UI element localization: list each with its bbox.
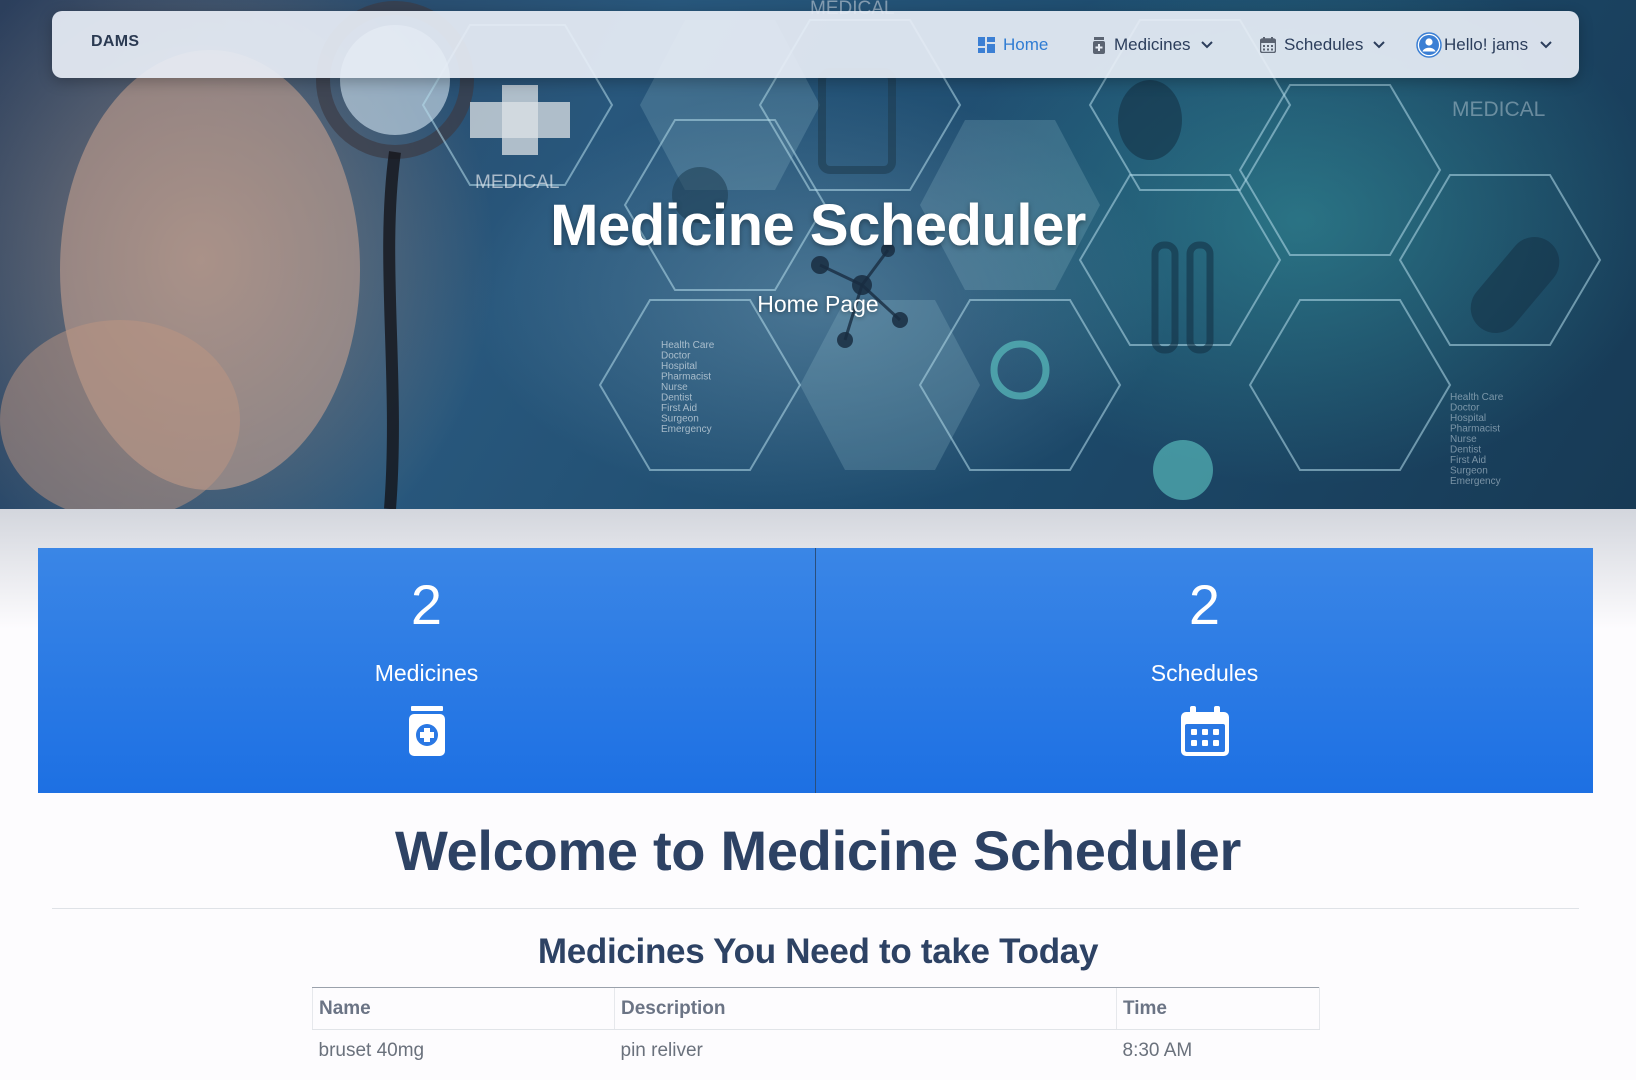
hero-subtitle: Home Page — [757, 291, 879, 317]
hero-title: Medicine Scheduler — [550, 193, 1086, 258]
stat-label: Medicines — [374, 660, 479, 686]
divider — [52, 908, 1579, 909]
medicine-bottle-icon — [1093, 36, 1105, 54]
nav-user-label: Hello! jams — [1444, 35, 1529, 54]
welcome-heading: Welcome to Medicine Scheduler — [394, 819, 1242, 882]
hero-bg-word: MEDICAL — [1452, 98, 1545, 121]
nav-home-label: Home — [1003, 35, 1049, 54]
hero-bg-list-item: Surgeon — [661, 414, 699, 425]
nav-user-dropdown[interactable]: Hello! jams — [1416, 32, 1552, 58]
column-header: Name — [312, 987, 615, 1030]
stat-count: 2 — [1188, 573, 1221, 636]
stat-label: Schedules — [1150, 660, 1259, 686]
column-header: Description — [614, 987, 1117, 1030]
nav-medicines-label: Medicines — [1114, 35, 1191, 54]
hero-bg-list-item: Nurse — [1450, 434, 1477, 445]
stat-count: 2 — [410, 573, 443, 636]
top-navbar: DAMS Home Medicines Schedules Hello! jam… — [52, 11, 1579, 78]
dashboard-icon — [978, 37, 995, 53]
chevron-down-icon — [1540, 41, 1552, 49]
brand-logo[interactable]: DAMS — [91, 33, 139, 51]
hero-bg-list-item: Hospital — [1450, 413, 1486, 424]
medicine-description-cell: pin reliver — [620, 1039, 703, 1061]
hero-bg-list-item: Emergency — [661, 424, 712, 435]
medicine-bottle-icon — [408, 706, 445, 756]
hero-bg-list-item: Pharmacist — [1450, 424, 1500, 435]
user-avatar-icon — [1416, 32, 1442, 58]
today-medicines-heading: Medicines You Need to take Today — [537, 932, 1099, 971]
hero-bg-list-item: Hospital — [661, 361, 697, 372]
column-header: Time — [1116, 987, 1320, 1030]
nav-medicines-dropdown[interactable]: Medicines — [1092, 33, 1213, 57]
hero-bg-list-item: First Aid — [661, 403, 697, 414]
stat-card-schedules[interactable]: 2 Schedules — [815, 548, 1593, 793]
calendar-icon — [1180, 706, 1229, 756]
hero-bg-list-item: Emergency — [1450, 476, 1501, 487]
stats-row: 2 Medicines 2 Schedules — [38, 548, 1593, 793]
stat-card-medicines[interactable]: 2 Medicines — [38, 548, 815, 793]
chevron-down-icon — [1373, 41, 1386, 49]
hero-bg-list-item: First Aid — [1450, 455, 1486, 466]
hero-bg-list-item: Health Care — [661, 340, 715, 351]
nav-schedules-dropdown[interactable]: Schedules — [1260, 33, 1386, 57]
hero-bg-list-item: Dentist — [1450, 445, 1481, 456]
hero-bg-word: MEDICAL — [475, 172, 559, 193]
today-medicines-table: Name Description Time bruset 40mg pin re… — [312, 987, 1320, 1072]
table-row: bruset 40mg pin reliver 8:30 AM — [313, 1030, 1320, 1072]
chevron-down-icon — [1200, 41, 1213, 49]
hero-bg-list-item: Doctor — [661, 351, 691, 362]
nav-schedules-label: Schedules — [1284, 35, 1364, 54]
medicine-time-cell: 8:30 AM — [1122, 1039, 1193, 1061]
calendar-icon — [1260, 37, 1276, 53]
hero-bg-list-item: Surgeon — [1450, 466, 1488, 477]
nav-home[interactable]: Home — [978, 33, 1048, 57]
medicine-name-cell: bruset 40mg — [318, 1039, 425, 1061]
hero-bg-list-item: Nurse — [661, 382, 688, 393]
hero-bg-list-item: Pharmacist — [661, 372, 711, 383]
hero-bg-list-item: Doctor — [1450, 403, 1480, 414]
hero-bg-list-item: Health Care — [1450, 392, 1504, 403]
hero-bg-list-item: Dentist — [661, 393, 692, 404]
table-header-row: Name Description Time — [312, 987, 1320, 1030]
